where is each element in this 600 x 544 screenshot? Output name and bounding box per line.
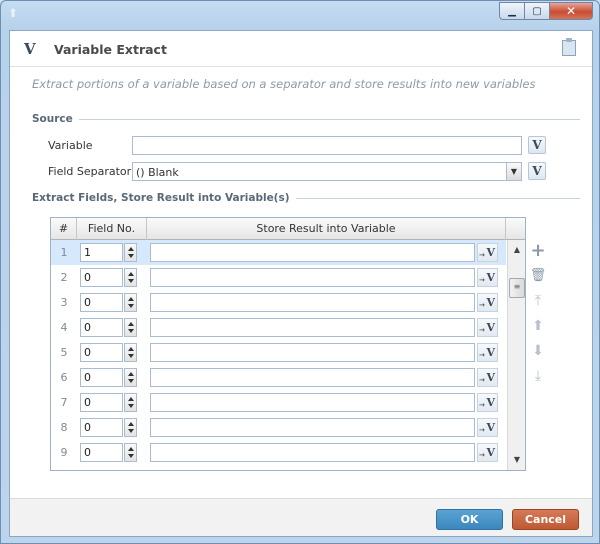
table-scrollbar[interactable]: ▲ ≡ ▼ (507, 240, 525, 470)
ok-button[interactable]: OK (436, 509, 503, 530)
insert-variable-button[interactable]: V (477, 418, 498, 439)
extract-section-label: Extract Fields, Store Result into Variab… (32, 192, 290, 204)
table-row[interactable]: 2 0 V (51, 265, 506, 290)
dialog-footer: OK Cancel (10, 498, 592, 536)
dialog-title: Variable Extract (54, 42, 167, 57)
insert-variable-button[interactable]: V (477, 243, 498, 264)
row-number: 9 (60, 446, 68, 459)
field-number-input[interactable]: 1 (80, 243, 123, 262)
move-down-icon[interactable]: ⬇ (529, 342, 547, 360)
variable-label: Variable (48, 139, 93, 152)
field-number-input[interactable]: 0 (80, 418, 123, 437)
field-number-input[interactable]: 0 (80, 293, 123, 312)
insert-variable-button[interactable]: V (477, 268, 498, 289)
table-header: # Field No. Store Result into Variable (51, 218, 525, 240)
app-icon: ⬆ (8, 6, 19, 20)
row-number: 5 (60, 346, 68, 359)
row-number: 7 (60, 396, 68, 409)
row-number: 3 (60, 296, 68, 309)
table-row[interactable]: 5 0 V (51, 340, 506, 365)
store-variable-input[interactable] (150, 293, 475, 312)
field-separator-select[interactable]: () Blank ▼ (132, 162, 522, 181)
store-variable-input[interactable] (150, 418, 475, 437)
field-number-stepper[interactable] (124, 243, 137, 262)
table-row[interactable]: 7 0 V (51, 390, 506, 415)
store-variable-input[interactable] (150, 268, 475, 287)
notepad-icon[interactable] (562, 38, 576, 56)
field-number-input[interactable]: 0 (80, 393, 123, 412)
row-number: 6 (60, 371, 68, 384)
store-variable-input[interactable] (150, 393, 475, 412)
row-number: 4 (60, 321, 68, 334)
row-number: 2 (60, 271, 68, 284)
dialog-body: V Variable Extract Extract portions of a… (9, 30, 593, 537)
delete-row-icon[interactable]: 🗑 (529, 267, 547, 285)
separator-variable-button[interactable]: V (528, 162, 546, 180)
cancel-button[interactable]: Cancel (512, 509, 579, 530)
field-number-stepper[interactable] (124, 393, 137, 412)
dialog-window: ⬆ ▁ ▢ ✕ V Variable Extract Extract porti… (0, 0, 600, 544)
field-number-input[interactable]: 0 (80, 268, 123, 287)
row-number: 8 (60, 421, 68, 434)
insert-variable-button[interactable]: V (477, 318, 498, 339)
add-row-icon[interactable]: + (529, 242, 547, 260)
insert-variable-button[interactable]: V (477, 293, 498, 314)
field-separator-label: Field Separator (48, 165, 132, 178)
field-number-stepper[interactable] (124, 268, 137, 287)
store-variable-input[interactable] (150, 368, 475, 387)
close-button[interactable]: ✕ (550, 2, 593, 20)
field-number-stepper[interactable] (124, 293, 137, 312)
table-row[interactable]: 6 0 V (51, 365, 506, 390)
source-section-label: Source (32, 113, 73, 125)
row-number: 1 (60, 246, 68, 259)
store-variable-input[interactable] (150, 343, 475, 362)
field-number-input[interactable]: 0 (80, 368, 123, 387)
dialog-header: V Variable Extract (10, 31, 592, 67)
maximize-button[interactable]: ▢ (525, 2, 550, 20)
table-row[interactable]: 8 0 V (51, 415, 506, 440)
insert-variable-button[interactable]: V (477, 368, 498, 389)
field-number-stepper[interactable] (124, 318, 137, 337)
store-variable-input[interactable] (150, 318, 475, 337)
field-number-input[interactable]: 0 (80, 343, 123, 362)
move-bottom-icon[interactable]: ⤓ (529, 367, 547, 385)
column-header-number: # (51, 218, 77, 240)
column-header-field-no: Field No. (77, 218, 147, 240)
move-up-icon[interactable]: ⬆ (529, 317, 547, 335)
field-number-input[interactable]: 0 (80, 443, 123, 462)
insert-variable-button[interactable]: V (477, 393, 498, 414)
window-controls: ▁ ▢ ✕ (499, 2, 593, 20)
minimize-button[interactable]: ▁ (499, 2, 525, 20)
variable-logo-icon: V (24, 40, 36, 58)
table-row[interactable]: 3 0 V (51, 290, 506, 315)
insert-variable-button[interactable]: V (477, 343, 498, 364)
table-row[interactable]: 1 1 V (51, 240, 506, 265)
column-header-store-result: Store Result into Variable (147, 218, 506, 240)
extract-section-header: Extract Fields, Store Result into Variab… (32, 192, 580, 204)
scroll-down-icon[interactable]: ▼ (509, 452, 525, 468)
move-top-icon[interactable]: ⤒ (529, 292, 547, 310)
source-section-header: Source (32, 113, 580, 125)
store-variable-input[interactable] (150, 443, 475, 462)
description-text: Extract portions of a variable based on … (32, 77, 536, 91)
field-number-input[interactable]: 0 (80, 318, 123, 337)
table-row[interactable]: 9 0 V (51, 440, 506, 465)
store-variable-input[interactable] (150, 243, 475, 262)
field-separator-value: () Blank (136, 166, 179, 179)
insert-variable-button[interactable]: V (477, 443, 498, 464)
variable-input[interactable] (132, 136, 522, 155)
field-number-stepper[interactable] (124, 368, 137, 387)
scroll-up-icon[interactable]: ▲ (509, 242, 525, 258)
scroll-thumb[interactable]: ≡ (509, 278, 525, 298)
variable-picker-button[interactable]: V (528, 136, 546, 154)
table-row[interactable]: 4 0 V (51, 315, 506, 340)
field-number-stepper[interactable] (124, 343, 137, 362)
chevron-down-icon[interactable]: ▼ (506, 163, 521, 180)
field-number-stepper[interactable] (124, 443, 137, 462)
extract-fields-table: # Field No. Store Result into Variable 1… (50, 217, 526, 471)
field-number-stepper[interactable] (124, 418, 137, 437)
